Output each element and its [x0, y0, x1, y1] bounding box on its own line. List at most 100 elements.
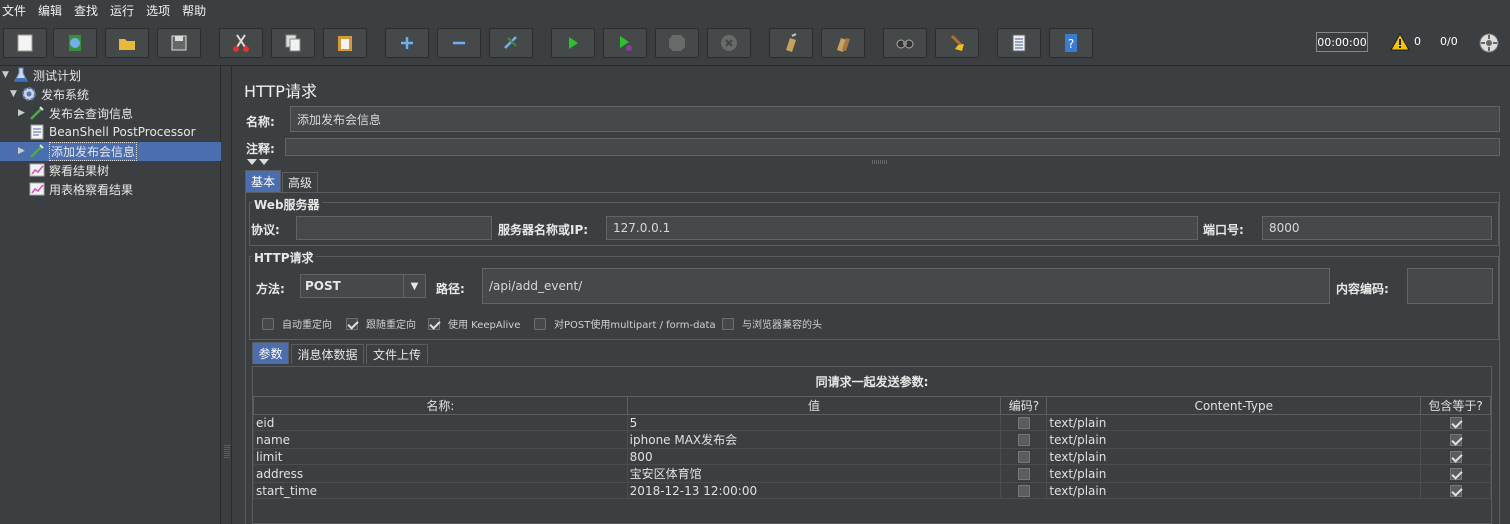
- search-button[interactable]: [883, 28, 927, 58]
- templates-button[interactable]: [53, 28, 97, 58]
- name-field[interactable]: 添加发布会信息: [290, 106, 1500, 132]
- menu-file[interactable]: 文件: [2, 2, 26, 19]
- warning-icon[interactable]: [1390, 32, 1410, 52]
- follow-redirects-checkbox[interactable]: 跟随重定向: [346, 316, 416, 331]
- collapse-arrows-icon[interactable]: [246, 158, 270, 166]
- encode-checkbox[interactable]: [1017, 417, 1030, 429]
- divider-grip-icon[interactable]: [872, 160, 888, 165]
- column-header-encode[interactable]: 编码?: [1000, 396, 1048, 415]
- include-equals-checkbox[interactable]: [1449, 485, 1462, 497]
- param-encode-cell[interactable]: [1000, 448, 1048, 465]
- expand-arrow[interactable]: ▶: [18, 108, 28, 118]
- protocol-field[interactable]: [296, 216, 492, 240]
- param-encode-cell[interactable]: [1000, 430, 1048, 449]
- browser-compatible-headers-checkbox[interactable]: 与浏览器兼容的头: [722, 316, 822, 331]
- shutdown-button[interactable]: [707, 28, 751, 58]
- open-button[interactable]: [105, 28, 149, 58]
- table-row[interactable]: eid 5 text/plain: [253, 414, 1491, 431]
- expand-arrow[interactable]: ▶: [18, 146, 28, 156]
- multipart-checkbox[interactable]: 对POST使用multipart / form-data: [534, 316, 716, 331]
- column-header-name[interactable]: 名称:: [253, 396, 628, 415]
- menu-help[interactable]: 帮助: [182, 2, 206, 19]
- param-include-equals-cell[interactable]: [1420, 482, 1491, 499]
- tree-item-beanshell[interactable]: BeanShell PostProcessor: [18, 123, 196, 141]
- param-name-cell[interactable]: name: [253, 430, 628, 449]
- clear-all-button[interactable]: [821, 28, 865, 58]
- param-name-cell[interactable]: limit: [253, 448, 628, 465]
- param-value-cell[interactable]: 5: [626, 414, 1002, 431]
- param-encode-cell[interactable]: [1000, 464, 1048, 483]
- column-header-value[interactable]: 值: [626, 396, 1002, 415]
- include-equals-checkbox[interactable]: [1449, 468, 1462, 480]
- encode-checkbox[interactable]: [1017, 485, 1030, 497]
- table-row[interactable]: name iphone MAX发布会 text/plain: [253, 430, 1491, 449]
- param-value-cell[interactable]: 宝安区体育馆: [626, 464, 1002, 483]
- tree-item-view-results-table[interactable]: 用表格察看结果: [18, 180, 133, 198]
- table-row[interactable]: start_time 2018-12-13 12:00:00 text/plai…: [253, 482, 1491, 499]
- comment-field[interactable]: [285, 138, 1500, 156]
- clear-button[interactable]: [769, 28, 813, 58]
- toggle-button[interactable]: [489, 28, 533, 58]
- tree-item-view-results-tree[interactable]: 察看结果树: [18, 161, 109, 179]
- param-value-cell[interactable]: 800: [626, 448, 1002, 465]
- column-header-include-equals[interactable]: 包含等于?: [1420, 396, 1491, 415]
- checkbox-box[interactable]: [428, 317, 440, 330]
- param-include-equals-cell[interactable]: [1420, 414, 1491, 431]
- expand-arrow[interactable]: ▼: [10, 89, 20, 99]
- content-encoding-field[interactable]: [1407, 268, 1493, 304]
- collapse-button[interactable]: [437, 28, 481, 58]
- param-content-type-cell[interactable]: text/plain: [1046, 430, 1422, 449]
- include-equals-checkbox[interactable]: [1449, 434, 1462, 446]
- table-row[interactable]: limit 800 text/plain: [253, 448, 1491, 465]
- include-equals-checkbox[interactable]: [1449, 417, 1462, 429]
- param-content-type-cell[interactable]: text/plain: [1046, 482, 1422, 499]
- tab-body-data[interactable]: 消息体数据: [291, 344, 364, 364]
- tree-item-add-event-sampler[interactable]: ▶ 添加发布会信息: [18, 141, 138, 161]
- cut-button[interactable]: [219, 28, 263, 58]
- help-button[interactable]: ?: [1049, 28, 1093, 58]
- menu-search[interactable]: 查找: [74, 2, 98, 19]
- checkbox-box[interactable]: [722, 317, 734, 330]
- param-content-type-cell[interactable]: text/plain: [1046, 464, 1422, 483]
- tree-item-test-plan[interactable]: ▼ 测试计划: [2, 66, 81, 84]
- param-encode-cell[interactable]: [1000, 482, 1048, 499]
- encode-checkbox[interactable]: [1017, 434, 1030, 446]
- reset-search-button[interactable]: [935, 28, 979, 58]
- chevron-down-icon[interactable]: ▼: [403, 275, 425, 297]
- tab-advanced[interactable]: 高级: [282, 172, 318, 192]
- encode-checkbox[interactable]: [1017, 468, 1030, 480]
- column-header-content-type[interactable]: Content-Type: [1046, 396, 1422, 415]
- tab-files-upload[interactable]: 文件上传: [366, 344, 428, 364]
- save-button[interactable]: [157, 28, 201, 58]
- expand-arrow[interactable]: ▼: [2, 70, 12, 80]
- param-name-cell[interactable]: eid: [253, 414, 628, 431]
- split-pane-divider[interactable]: [222, 66, 232, 524]
- server-name-field[interactable]: 127.0.0.1: [606, 216, 1198, 240]
- param-encode-cell[interactable]: [1000, 414, 1048, 431]
- path-field[interactable]: /api/add_event/: [482, 268, 1330, 304]
- menu-options[interactable]: 选项: [146, 2, 170, 19]
- function-helper-button[interactable]: [997, 28, 1041, 58]
- port-field[interactable]: 8000: [1262, 216, 1492, 240]
- start-button[interactable]: [551, 28, 595, 58]
- param-include-equals-cell[interactable]: [1420, 464, 1491, 483]
- keepalive-checkbox[interactable]: 使用 KeepAlive: [428, 316, 520, 331]
- tree-item-thread-group[interactable]: ▼ 发布系统: [10, 85, 89, 103]
- param-value-cell[interactable]: iphone MAX发布会: [626, 430, 1002, 449]
- param-include-equals-cell[interactable]: [1420, 430, 1491, 449]
- include-equals-checkbox[interactable]: [1449, 451, 1462, 463]
- checkbox-box[interactable]: [262, 317, 274, 330]
- new-button[interactable]: [3, 28, 47, 58]
- param-content-type-cell[interactable]: text/plain: [1046, 448, 1422, 465]
- param-value-cell[interactable]: 2018-12-13 12:00:00: [626, 482, 1002, 499]
- param-content-type-cell[interactable]: text/plain: [1046, 414, 1422, 431]
- copy-button[interactable]: [271, 28, 315, 58]
- encode-checkbox[interactable]: [1017, 451, 1030, 463]
- tab-basic[interactable]: 基本: [245, 170, 281, 192]
- tab-parameters[interactable]: 参数: [252, 342, 289, 364]
- auto-redirect-checkbox[interactable]: 自动重定向: [262, 316, 332, 331]
- tree-item-query-sampler[interactable]: ▶ 发布会查询信息: [18, 104, 133, 122]
- stop-button[interactable]: [655, 28, 699, 58]
- checkbox-box[interactable]: [346, 317, 358, 330]
- param-name-cell[interactable]: address: [253, 464, 628, 483]
